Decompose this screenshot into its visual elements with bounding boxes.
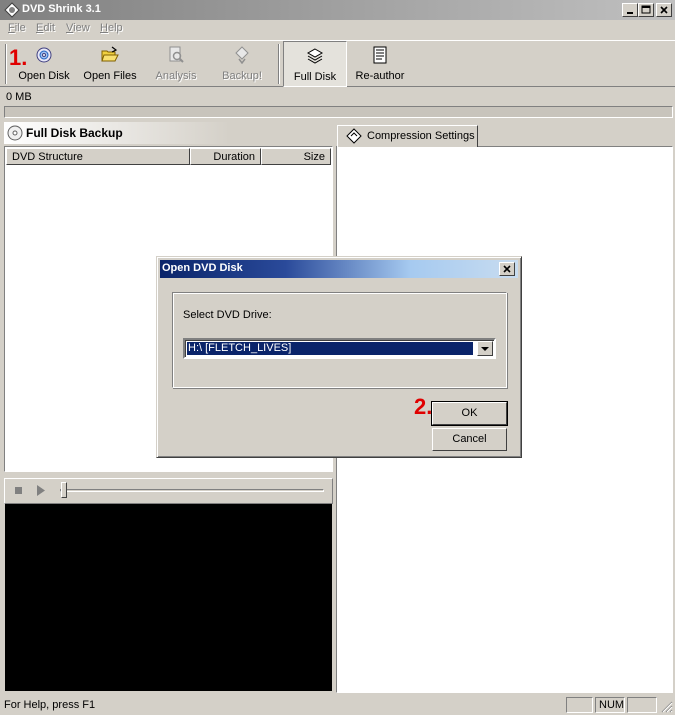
close-icon [503, 265, 511, 273]
chevron-down-icon [481, 347, 489, 351]
full-disk-backup-header: Full Disk Backup [4, 122, 230, 144]
minimize-button[interactable] [622, 3, 638, 17]
dialog-title: Open DVD Disk [162, 262, 243, 274]
analysis-button[interactable]: Analysis [143, 41, 209, 87]
dialog-title-bar[interactable]: Open DVD Disk [160, 260, 518, 278]
title-bar[interactable]: DVD Shrink 3.1 [0, 0, 675, 20]
full-disk-button[interactable]: Full Disk [283, 41, 347, 87]
status-cell-scroll [627, 697, 657, 713]
video-preview [5, 504, 332, 691]
full-disk-label: Full Disk [293, 71, 337, 83]
selected-drive-value: H:\ [FLETCH_LIVES] [186, 341, 474, 356]
open-dvd-disk-dialog: Open DVD Disk Select DVD Drive: H:\ [FLE… [156, 256, 522, 458]
column-dvd-structure[interactable]: DVD Structure [6, 148, 190, 165]
status-help-text: For Help, press F1 [4, 699, 96, 711]
re-author-button[interactable]: Re-author [347, 41, 413, 87]
dropdown-button[interactable] [477, 341, 493, 356]
stop-icon[interactable] [15, 487, 22, 494]
menu-bar: File Edit View Help [0, 20, 675, 39]
step-1-marker: 1. [9, 45, 28, 70]
analysis-label: Analysis [155, 70, 197, 82]
column-duration[interactable]: Duration [190, 148, 261, 165]
open-files-label: Open Files [83, 70, 137, 82]
compression-icon [346, 128, 362, 144]
left-pane-title: Full Disk Backup [26, 126, 123, 140]
app-icon [4, 2, 20, 18]
open-disk-label: Open Disk [18, 70, 70, 82]
play-icon[interactable] [37, 485, 45, 496]
column-size[interactable]: Size [261, 148, 331, 165]
tab-compression-settings[interactable]: Compression Settings [337, 125, 478, 147]
disc-icon [7, 125, 23, 141]
re-author-icon [373, 46, 387, 64]
toolbar: Open Disk 1. Open Files Analysis Backup! [0, 40, 675, 87]
toolbar-gripper [5, 44, 7, 84]
analysis-icon [169, 46, 184, 63]
tab-label: Compression Settings [367, 130, 475, 142]
close-button[interactable] [656, 3, 672, 17]
menu-edit[interactable]: Edit [36, 22, 55, 34]
maximize-button[interactable] [638, 3, 654, 17]
close-icon [660, 6, 668, 14]
status-num: NUM [595, 697, 625, 713]
select-drive-label: Select DVD Drive: [183, 309, 272, 321]
seek-track[interactable] [60, 489, 324, 492]
maximize-icon [641, 5, 651, 14]
re-author-label: Re-author [355, 70, 405, 82]
resize-grip-icon[interactable] [659, 699, 673, 713]
dialog-close-button[interactable] [499, 262, 515, 276]
cancel-button[interactable]: Cancel [432, 428, 507, 451]
disc-icon [36, 47, 52, 63]
dvd-drive-select[interactable]: H:\ [FLETCH_LIVES] [183, 338, 496, 359]
menu-view[interactable]: View [66, 22, 90, 34]
window-title: DVD Shrink 3.1 [22, 3, 101, 15]
size-progress-bar [4, 106, 673, 118]
open-folder-icon [101, 46, 119, 62]
player-controls [4, 478, 333, 504]
full-disk-icon [306, 48, 324, 64]
step-2-marker: 2. [414, 394, 433, 419]
open-files-button[interactable]: Open Files [77, 41, 143, 87]
menu-help[interactable]: Help [100, 22, 123, 34]
menu-file[interactable]: File [8, 22, 26, 34]
toolbar-separator [278, 44, 280, 84]
size-readout: 0 MB [6, 91, 32, 103]
seek-thumb[interactable] [61, 482, 67, 498]
ok-button[interactable]: OK [431, 401, 508, 426]
minimize-icon [627, 12, 633, 14]
backup-label: Backup! [222, 70, 262, 82]
status-cell-caps [566, 697, 593, 713]
backup-button[interactable]: Backup! [209, 41, 275, 87]
backup-icon [235, 46, 249, 64]
